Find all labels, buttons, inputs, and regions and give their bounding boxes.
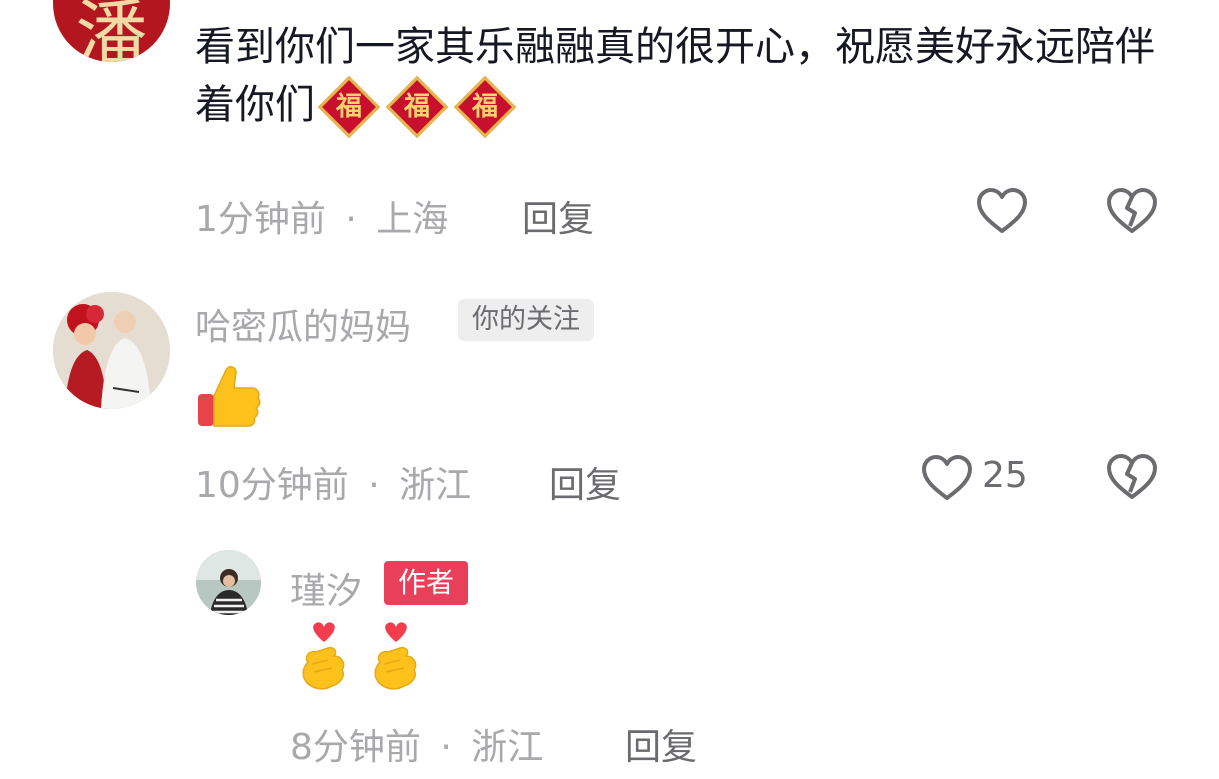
like-button[interactable] [975,186,1029,236]
reply-avatar[interactable] [196,550,261,615]
fu-emoji-icon: 福 [453,75,517,139]
comment-time: 8分钟前 [290,727,421,768]
dislike-button[interactable] [1105,186,1159,236]
like-button[interactable]: 25 [920,452,1040,504]
dislike-button[interactable] [1105,452,1159,502]
meta-separator: · [440,727,452,768]
reply-button[interactable]: 回复 [522,190,594,242]
commenter-name[interactable]: 哈密瓜的妈妈 [195,298,411,350]
comment-location: 上海 [376,199,449,240]
comment-text: 看到你们一家其乐融融真的很开心，祝愿美好永远陪伴着你们福福福 [195,18,1175,139]
commenter-avatar[interactable]: 潘 [53,0,170,62]
comment-meta: 1分钟前 · 上海 [195,190,448,242]
broken-heart-icon [1107,188,1157,233]
reply-button[interactable]: 回复 [625,718,697,770]
reply-author-name[interactable]: 瑾汐 [290,562,362,614]
comment-location: 浙江 [399,465,472,506]
finger-heart-icon [298,622,350,694]
meta-separator: · [368,465,380,506]
meta-separator: · [345,199,357,240]
like-count: 25 [982,455,1028,496]
broken-heart-icon [1107,454,1157,499]
comment-time: 10分钟前 [195,465,349,506]
commenter-avatar[interactable] [53,292,170,409]
avatar-char: 潘 [75,0,148,62]
fu-emoji-icon: 福 [317,75,381,139]
comment-time: 1分钟前 [195,199,326,240]
heart-outline-icon [977,188,1027,233]
comment-meta: 8分钟前 · 浙江 [290,718,543,770]
finger-heart-icon [370,622,422,694]
comment-location: 浙江 [471,727,544,768]
heart-outline-icon [922,455,972,500]
reply-button[interactable]: 回复 [549,456,621,508]
author-badge: 作者 [384,561,469,605]
thumbs-up-icon [196,362,262,432]
fu-emoji-icon: 福 [385,75,449,139]
comment-meta: 10分钟前 · 浙江 [195,456,471,508]
follow-badge: 你的关注 [458,299,594,341]
